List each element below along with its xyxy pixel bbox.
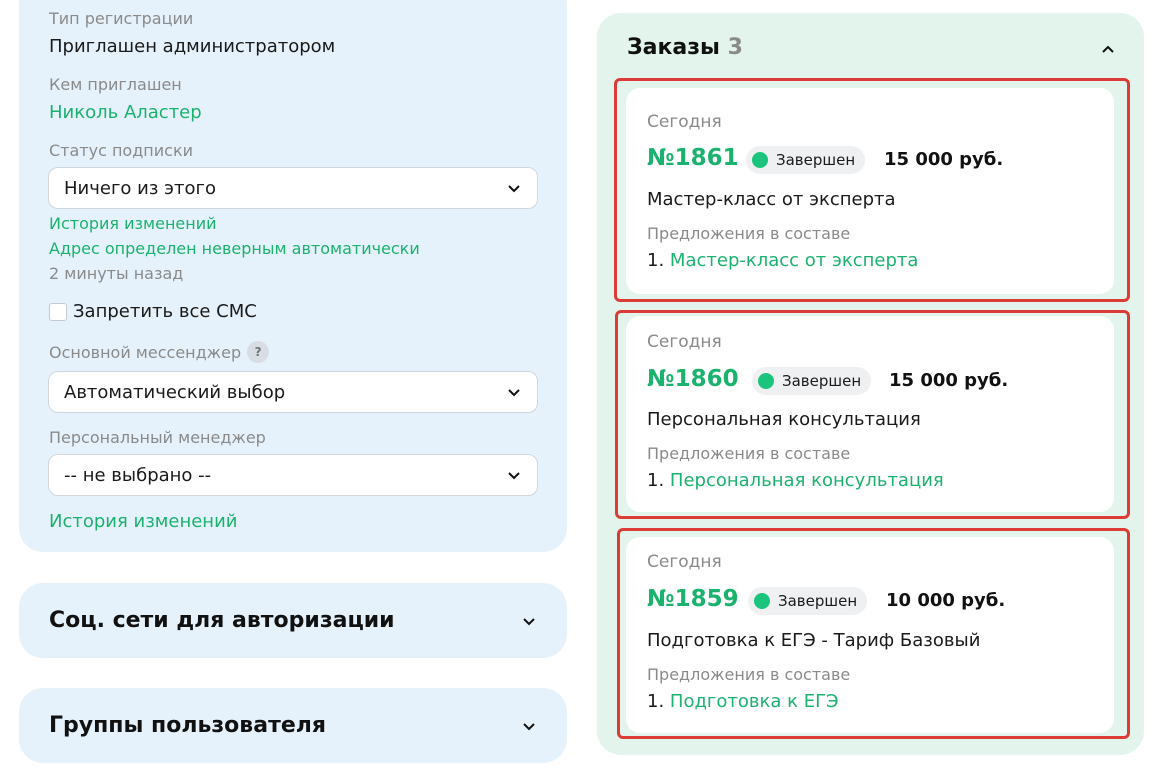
order-date: Сегодня xyxy=(647,552,722,572)
order-title: Мастер-класс от эксперта xyxy=(647,189,896,210)
social-auth-title: Соц. сети для авторизации xyxy=(49,608,395,633)
order-number-link[interactable]: №1859 xyxy=(647,586,739,612)
order-date: Сегодня xyxy=(647,112,722,132)
invited-by-link[interactable]: Николь Аластер xyxy=(49,102,202,123)
order-card[interactable]: Сегодня №1860 Завершен 15 000 руб. Персо… xyxy=(626,316,1114,512)
chevron-down-icon xyxy=(508,185,520,193)
order-price: 15 000 руб. xyxy=(884,149,1004,170)
social-auth-accordion[interactable]: Соц. сети для авторизации xyxy=(19,583,567,658)
offer-link[interactable]: Персональная консультация xyxy=(670,470,944,491)
chevron-down-icon xyxy=(508,389,520,397)
status-badge: Завершен xyxy=(752,367,872,395)
manager-select[interactable]: -- не выбрано -- xyxy=(48,454,538,496)
manager-select-value: -- не выбрано -- xyxy=(64,464,212,486)
order-number-link[interactable]: №1861 xyxy=(647,145,739,171)
order-date: Сегодня xyxy=(647,332,722,352)
reg-type-label: Тип регистрации xyxy=(49,9,194,28)
offer-item: 1. Подготовка к ЕГЭ xyxy=(647,691,839,712)
status-dot-icon xyxy=(754,593,770,609)
offers-label: Предложения в составе xyxy=(647,224,851,243)
history-link[interactable]: История изменений xyxy=(49,214,217,233)
user-groups-accordion[interactable]: Группы пользователя xyxy=(19,688,567,763)
offer-index: 1. xyxy=(647,691,665,712)
messenger-select[interactable]: Автоматический выбор xyxy=(48,371,538,413)
offers-label: Предложения в составе xyxy=(647,665,851,684)
order-title: Подготовка к ЕГЭ - Тариф Базовый xyxy=(647,630,981,651)
status-label: Завершен xyxy=(776,151,856,169)
subscription-select-value: Ничего из этого xyxy=(64,177,216,199)
offer-link[interactable]: Мастер-класс от эксперта xyxy=(670,250,919,271)
history-link-2[interactable]: История изменений xyxy=(49,511,237,532)
order-card[interactable]: Сегодня №1859 Завершен 10 000 руб. Подго… xyxy=(626,537,1114,733)
order-title: Персональная консультация xyxy=(647,409,921,430)
status-dot-icon xyxy=(758,373,774,389)
subscription-select[interactable]: Ничего из этого xyxy=(48,167,538,209)
chevron-down-icon xyxy=(523,617,535,625)
order-card[interactable]: Сегодня №1861 Завершен 15 000 руб. Масте… xyxy=(626,88,1114,294)
subscription-label: Статус подписки xyxy=(49,141,193,160)
invited-by-label: Кем приглашен xyxy=(49,75,182,94)
address-note-link[interactable]: Адрес определен неверным автоматически xyxy=(49,239,420,258)
status-label: Завершен xyxy=(778,592,858,610)
status-badge: Завершен xyxy=(746,146,866,174)
offer-index: 1. xyxy=(647,470,665,491)
offer-item: 1. Персональная консультация xyxy=(647,470,944,491)
user-profile-panel: Тип регистрации Приглашен администраторо… xyxy=(19,0,567,552)
order-number-link[interactable]: №1860 xyxy=(647,366,739,392)
chevron-up-icon[interactable] xyxy=(1100,41,1116,57)
reg-type-value: Приглашен администратором xyxy=(49,36,336,57)
chevron-down-icon xyxy=(508,472,520,480)
help-icon[interactable]: ? xyxy=(247,341,270,363)
user-groups-title: Группы пользователя xyxy=(49,713,326,738)
orders-title-text: Заказы xyxy=(627,35,720,60)
offer-link[interactable]: Подготовка к ЕГЭ xyxy=(670,691,839,712)
block-sms-checkbox-row[interactable]: Запретить все СМС xyxy=(49,301,257,322)
chevron-down-icon xyxy=(523,722,535,730)
offers-label: Предложения в составе xyxy=(647,444,851,463)
status-label: Завершен xyxy=(782,372,862,390)
orders-count: 3 xyxy=(727,35,743,60)
address-time: 2 минуты назад xyxy=(49,264,184,283)
messenger-label-row: Основной мессенджер ? xyxy=(49,341,270,363)
offer-index: 1. xyxy=(647,250,665,271)
manager-label: Персональный менеджер xyxy=(49,428,266,447)
block-sms-checkbox[interactable] xyxy=(49,302,67,321)
order-price: 10 000 руб. xyxy=(886,590,1006,611)
block-sms-label: Запретить все СМС xyxy=(73,301,257,322)
order-price: 15 000 руб. xyxy=(889,370,1009,391)
status-badge: Завершен xyxy=(748,587,868,615)
status-dot-icon xyxy=(752,152,768,168)
messenger-select-value: Автоматический выбор xyxy=(64,381,286,403)
offer-item: 1. Мастер-класс от эксперта xyxy=(647,250,918,271)
orders-title: Заказы 3 xyxy=(627,35,743,60)
messenger-label: Основной мессенджер xyxy=(49,342,242,362)
